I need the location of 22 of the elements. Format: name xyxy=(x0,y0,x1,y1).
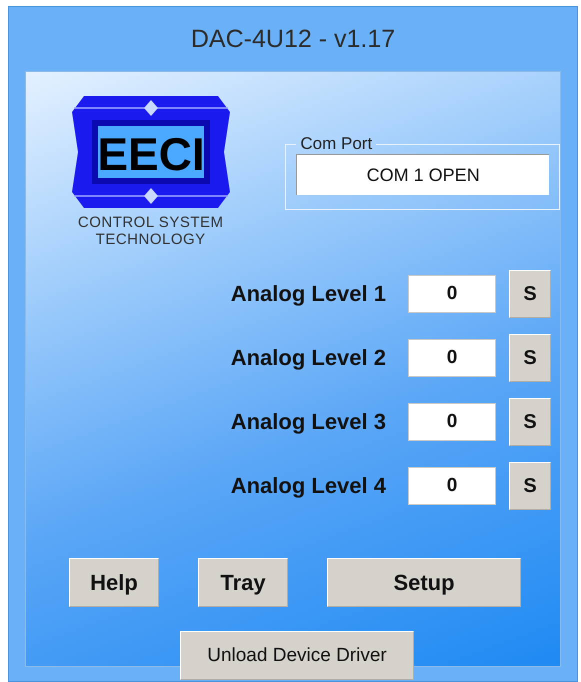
logo-tagline: CONTROL SYSTEM xyxy=(78,214,224,231)
action-button[interactable]: Help xyxy=(69,558,159,607)
logo-emblem: EECI xyxy=(70,96,232,208)
unload-button[interactable]: Unload Device Driver xyxy=(180,631,414,680)
level-field[interactable]: 0 xyxy=(408,467,496,505)
com-port-field[interactable]: COM 1 OPEN xyxy=(296,154,549,195)
group-label: Com Port xyxy=(299,134,374,154)
set-button[interactable]: S xyxy=(509,462,551,510)
level-field[interactable]: 0 xyxy=(408,403,496,441)
window-title: DAC-4U12 - v1.17 xyxy=(190,24,396,54)
level-label: Analog Level 2 xyxy=(230,345,386,371)
level-label: Analog Level 4 xyxy=(230,473,386,499)
level-label: Analog Level 3 xyxy=(230,409,386,435)
level-field[interactable]: 0 xyxy=(408,339,496,377)
set-button[interactable]: S xyxy=(509,334,551,382)
logo-tagline: TECHNOLOGY xyxy=(96,231,206,248)
set-button[interactable]: S xyxy=(509,270,551,318)
set-button[interactable]: S xyxy=(509,398,551,446)
level-field[interactable]: 0 xyxy=(408,275,496,313)
action-button[interactable]: Setup xyxy=(327,558,521,607)
level-label: Analog Level 1 xyxy=(230,281,386,307)
action-button[interactable]: Tray xyxy=(198,558,288,607)
